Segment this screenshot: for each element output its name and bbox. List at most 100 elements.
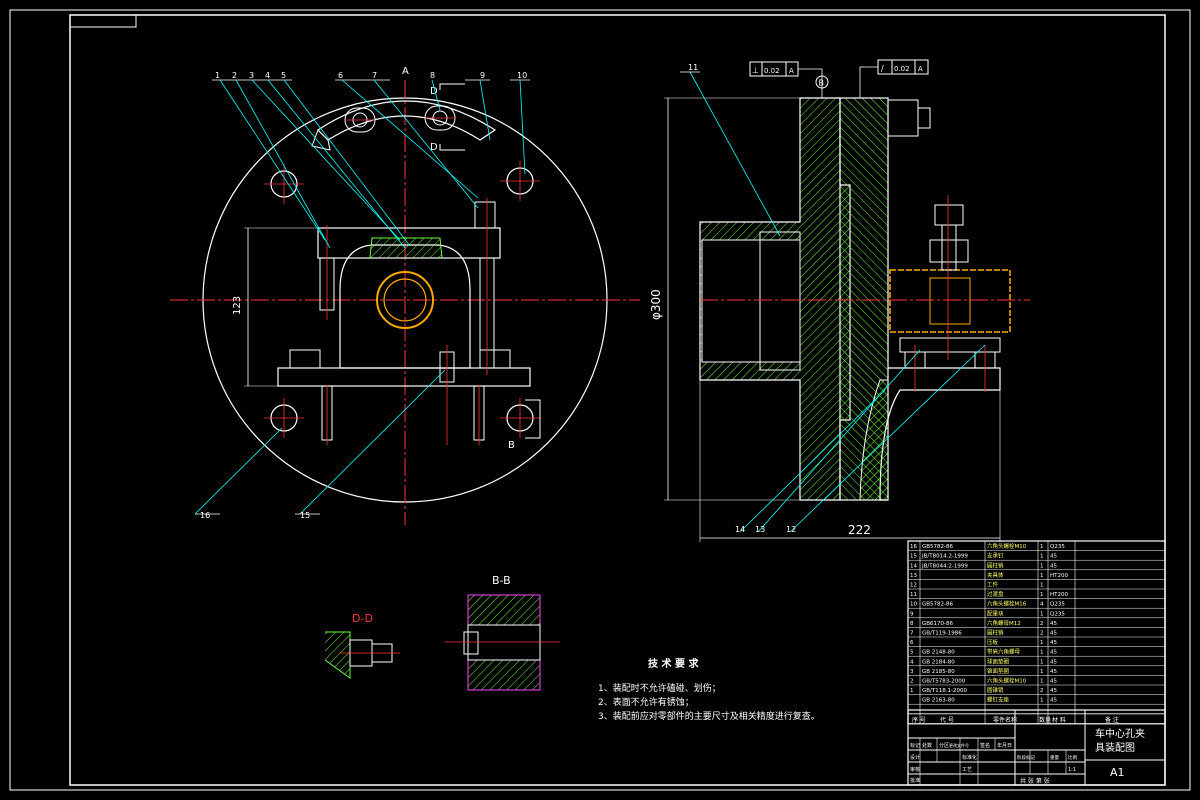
bom-cell-std: GB/T5783-2000 (922, 679, 966, 685)
bom-cell-std: GB 2184-80 (922, 659, 955, 665)
tolerance-frame-2: ∕ 0.02 A (877, 59, 929, 75)
section-mark-d-bottom: D (430, 142, 438, 153)
bom-row: 7 GB/T119-1986 圆柱销 2 45 (910, 629, 1057, 637)
bom-cell-mat: Q235 (1050, 611, 1065, 617)
title-block-tb-row4-0: 批准 (910, 777, 920, 784)
bom-cell-mat: 45 (1050, 669, 1057, 675)
svg-text:0.02: 0.02 (894, 65, 910, 73)
bom-row: 3 GB 2185-80 锥面垫圈 1 45 (910, 667, 1057, 675)
svg-text:A: A (918, 65, 923, 73)
bom-cell-mat: 45 (1050, 650, 1057, 656)
svg-text:14: 14 (735, 525, 745, 534)
bom-cell-mat: 45 (1050, 698, 1057, 704)
svg-text:∕: ∕ (881, 64, 884, 73)
bom-cell-name: 支承钉 (987, 552, 1004, 560)
bom-row: GB 2163-80 螺钉支座 1 45 (922, 696, 1057, 704)
bom-cell-no: 8 (910, 621, 914, 627)
svg-text:A: A (789, 67, 794, 75)
bom-cell-name: 圆柱销 (987, 629, 1004, 637)
bom-cell-qty: 1 (1040, 611, 1044, 617)
title-block-tb-row3-2: 工艺 (962, 767, 972, 773)
bom-header-remark: 备 注 (1105, 716, 1119, 724)
bom-cell-name: 六角头螺栓M10 (987, 677, 1027, 685)
title-block-stage-0: 阶段标记 (1017, 754, 1035, 761)
sheet-info: 共 张 第 张 (1020, 777, 1050, 785)
scale-value: 1:1 (1068, 767, 1076, 773)
bom-cell-qty: 1 (1040, 573, 1044, 579)
bom-cell-std: JB/T8044.2-1999 (921, 563, 968, 569)
bom-header-name: 零件名称 (993, 716, 1017, 724)
bom-cell-no: 5 (910, 650, 914, 656)
tech-item-3: 3、装配前应对零部件的主要尺寸及相关精度进行复查。 (598, 710, 820, 722)
title-block-tb-row1-5: 年月日 (997, 742, 1012, 749)
title-block-tb-row1-3: 更改文件号 (949, 742, 969, 748)
bom-row: 13 夹具体 1 HT200 (910, 571, 1068, 579)
bom-cell-no: 13 (910, 573, 917, 579)
bom-cell-qty: 2 (1040, 688, 1044, 694)
bom-cell-name: 配重块 (987, 609, 1004, 617)
bom-cell-std: GB 2148-80 (922, 650, 955, 656)
section-d-d: D-D (324, 612, 400, 679)
title-block-stage-2: 比例 (1068, 754, 1077, 761)
bom-cell-std: JB/T8014.2-1999 (921, 554, 968, 560)
title-block-tb-row2-0: 设计 (910, 754, 920, 761)
bom-cell-std: GB 2185-80 (922, 669, 955, 675)
bom-cell-qty: 2 (1040, 621, 1044, 627)
bom-cell-name: 球面垫圈 (987, 657, 1010, 665)
bom-cell-mat: 45 (1050, 688, 1057, 694)
bom-cell-mat: HT200 (1050, 573, 1068, 579)
bom-cell-qty: 1 (1040, 592, 1044, 598)
bom-cell-name: 圆柱销 (987, 561, 1004, 569)
bom-header-mat: 材 料 (1052, 716, 1066, 724)
bom-row: 14 JB/T8044.2-1999 圆柱销 1 45 (910, 561, 1057, 569)
bom-cell-no: 6 (910, 640, 914, 646)
section-b-b: B-B (445, 574, 560, 691)
drawing-title-line2: 具装配图 (1095, 741, 1135, 754)
bom-cell-mat: 45 (1050, 631, 1057, 637)
datum-b-circle: B (819, 79, 825, 88)
svg-text:1: 1 (215, 71, 220, 80)
bom-cell-no: 7 (910, 631, 914, 637)
bom-cell-mat: 45 (1050, 659, 1057, 665)
bom-cell-mat: 45 (1050, 640, 1057, 646)
svg-text:10: 10 (517, 71, 527, 80)
height-dimension: 123 (232, 296, 243, 315)
bom-row: 15 JB/T8014.2-1999 支承钉 1 45 (910, 552, 1057, 560)
bom-cell-mat: HT200 (1050, 592, 1068, 598)
bom-cell-qty: 1 (1040, 669, 1044, 675)
bom-cell-name: 螺钉支座 (987, 696, 1010, 704)
svg-text:16: 16 (200, 511, 210, 520)
bom-cell-name: 夹具体 (987, 571, 1004, 579)
bom-cell-qty: 2 (1040, 631, 1044, 637)
outer-frame (9, 9, 1191, 791)
bom-cell-name: 六角头螺栓M10 (987, 542, 1027, 550)
bom-cell-qty: 1 (1040, 583, 1044, 589)
tech-requirements: 技 术 要 求 1、装配时不允许磕碰、划伤； 2、表面不允许有锈蚀； 3、装配前… (598, 657, 820, 722)
bom-cell-no: 16 (910, 544, 917, 550)
bom-cell-std: GB 2163-80 (922, 698, 955, 704)
bom-cell-name: 六角头螺栓M16 (987, 600, 1027, 608)
bom-row: 5 GB 2148-80 带肩六角螺母 1 45 (910, 648, 1057, 656)
bom-cell-mat: 45 (1050, 621, 1057, 627)
bom-row: 2 GB/T5783-2000 六角头螺栓M10 1 45 (910, 677, 1057, 685)
bom-table: 16 GB5782-86 六角头螺栓M10 1 Q23515 JB/T8014.2-199… (907, 540, 1166, 725)
bom-cell-no: 3 (910, 669, 914, 675)
bom-cell-no: 10 (910, 602, 917, 608)
bom-cell-qty: 1 (1040, 679, 1044, 685)
bom-cell-qty: 1 (1040, 640, 1044, 646)
sheet-size: A1 (1110, 766, 1125, 779)
svg-text:2: 2 (232, 71, 237, 80)
tolerance-frame-1: ⊥ 0.02 A (749, 61, 799, 77)
bom-cell-name: 带肩六角螺母 (987, 648, 1021, 656)
svg-text:4: 4 (265, 71, 270, 80)
bom-header-std: 代 号 (940, 716, 954, 724)
drawing-title-line1: 车中心孔夹 (1095, 727, 1145, 740)
bom-cell-std: GB6170-86 (922, 621, 954, 627)
svg-text:7: 7 (372, 71, 377, 80)
assembly-drawing: 123 A D D B 1 2 3 4 5 6 7 8 9 10 16 15 φ… (9, 9, 1191, 791)
bom-cell-qty: 1 (1040, 554, 1044, 560)
bom-cell-name: 六角螺母M12 (987, 619, 1021, 627)
title-block-tb-row1-1: 处数 (922, 742, 932, 749)
bom-cell-no: 11 (910, 592, 917, 598)
svg-text:13: 13 (755, 525, 765, 534)
